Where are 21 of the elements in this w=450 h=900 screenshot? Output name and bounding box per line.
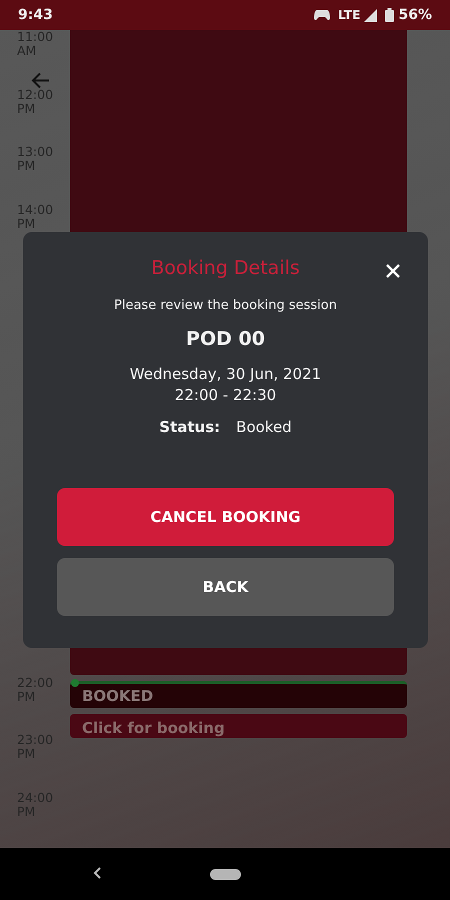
status-label: Status: <box>159 416 220 438</box>
battery-icon <box>385 8 394 22</box>
booking-slot[interactable]: Click for booking <box>70 714 407 738</box>
back-button[interactable]: BACK <box>57 558 394 616</box>
cancel-booking-button[interactable]: CANCEL BOOKING <box>57 488 394 546</box>
pod-name: POD 00 <box>185 327 266 352</box>
clock-time: 9:43 <box>18 6 53 24</box>
back-nav-icon[interactable] <box>93 867 101 879</box>
home-pill[interactable] <box>210 869 241 880</box>
booking-time: 22:00 - 22:30 <box>174 384 278 406</box>
battery-percent: 56% <box>398 6 432 24</box>
dialog-subtitle: Please review the booking session <box>113 296 338 314</box>
network-type: LTE <box>338 6 360 24</box>
back-arrow-icon[interactable] <box>31 72 50 89</box>
booked-slot: BOOKED <box>70 681 407 708</box>
dialog-title: Booking Details <box>151 256 300 281</box>
gamepad-icon <box>314 9 330 21</box>
booking-date: Wednesday, 30 Jun, 2021 <box>128 364 322 384</box>
current-time-dot <box>71 679 79 687</box>
status-value: Booked <box>236 416 292 438</box>
signal-icon <box>364 8 378 22</box>
